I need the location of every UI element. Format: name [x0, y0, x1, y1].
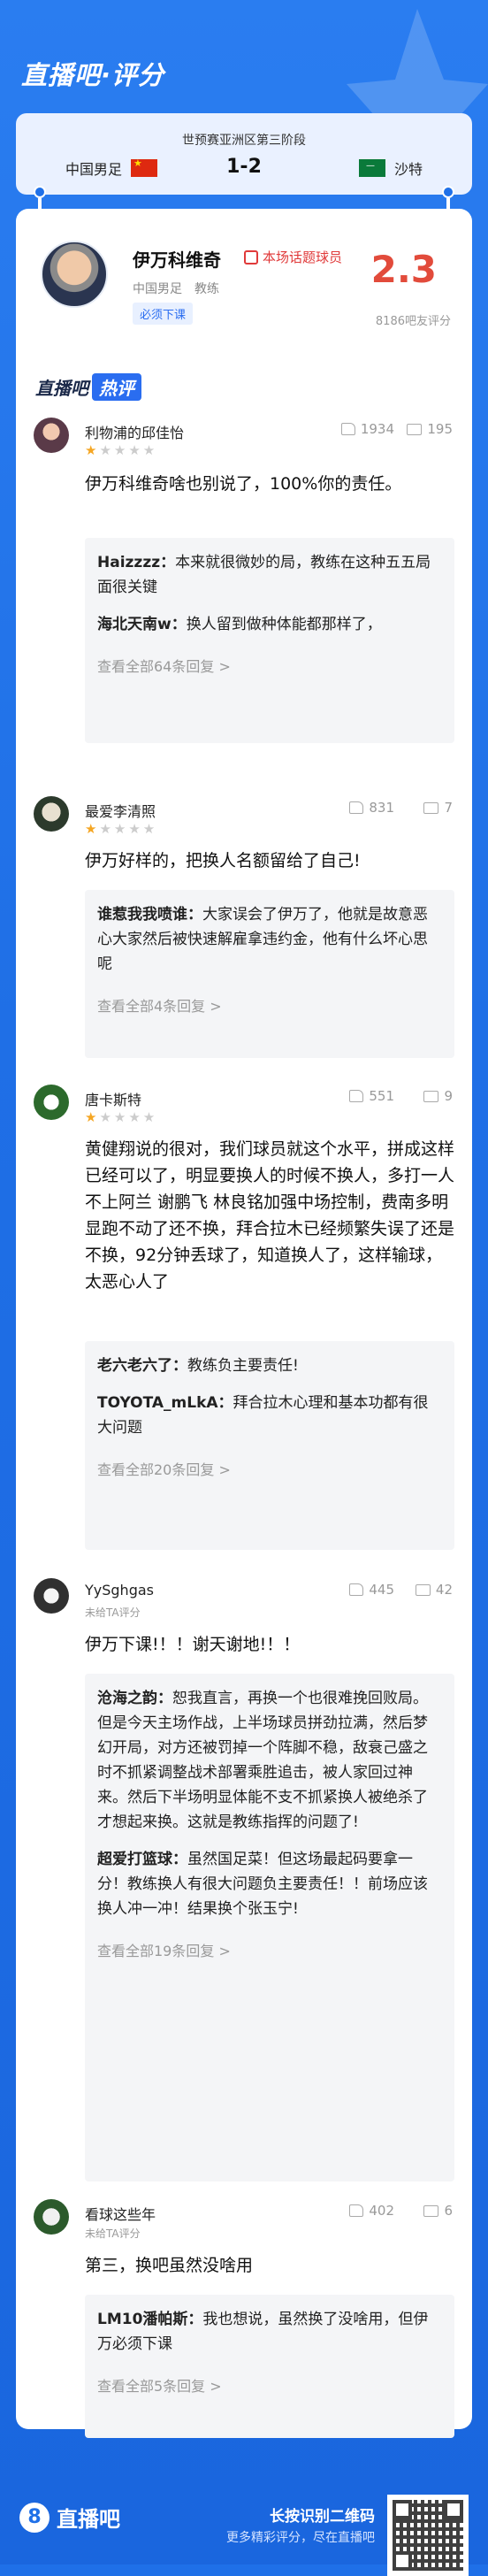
reply-item: 海北天南w：换人留到做种体能都那样了， [97, 616, 382, 633]
reply-item: 谁惹我我喷谁：大家误会了伊万了，他就是故意恶心大家然后被快速解雇拿违约金，他有什… [97, 906, 428, 973]
qr-code[interactable] [387, 2495, 469, 2576]
star-rating: ★★★★★ [85, 1109, 158, 1125]
comment-text: 伊万好样的，把换人名额留给了自己! [85, 851, 361, 870]
match-stage: 世预赛亚洲区第三阶段 [182, 134, 306, 148]
player-role: 教练 [194, 282, 219, 296]
star-rating: ★★★★★ [85, 442, 158, 458]
player-tag: 必须下课 [133, 303, 194, 325]
home-team-name: 中国男足 [65, 161, 123, 178]
thumb-up-icon [349, 801, 364, 814]
comment-user[interactable]: YySghgas [85, 1582, 154, 1598]
player-rating: 2.3 [370, 248, 437, 291]
star-rating: ★★★★★ [85, 821, 158, 837]
rating-count: 8186吧友评分 [375, 315, 451, 328]
comment-icon [423, 801, 439, 814]
comment-user[interactable]: 唐卡斯特 [85, 1088, 141, 1109]
comment-text: 伊万下课!！！谢天谢地!！！ [85, 1635, 301, 1654]
away-team: 沙特 [358, 157, 423, 179]
hot-tag: 热评 [92, 373, 141, 401]
no-rating-label: 未给TA评分 [85, 2227, 141, 2240]
reply-item: LM10潘帕斯：我也想说，虽然换了没啥用，但伊万必须下课 [97, 2311, 429, 2353]
reply-button[interactable]: 6 [423, 2203, 453, 2219]
like-button[interactable]: 551 [349, 1088, 394, 1104]
content-card: 伊万科维奇 本场话题球员 中国男足 教练 必须下课 2.3 8186吧友评分 直… [16, 209, 472, 2438]
player-team: 中国男足 [133, 282, 182, 296]
reply-item: 老六老六了：教练负主要责任! [97, 1357, 299, 1375]
home-team: 中国男足 [65, 157, 158, 179]
reply-item: 沧海之韵：恕我直言，再换一个也很难挽回败局。但是今天主场作战，上半场球员拼劲拉满… [97, 1690, 428, 1831]
reply-item: TOYOTA_mLkA：拜合拉木心理和基本功都有很大问题 [97, 1394, 429, 1437]
comment-icon [415, 1583, 431, 1596]
footer-tagline: 更多精彩评分，尽在直播吧 [226, 2531, 375, 2545]
reply-list: LM10潘帕斯：我也想说，虽然换了没啥用，但伊万必须下课 查看全部5条回复 > [85, 2295, 454, 2438]
reply-list: 沧海之韵：恕我直言，再换一个也很难挽回败局。但是今天主场作战，上半场球员拼劲拉满… [85, 1674, 454, 2181]
topic-badge: 本场话题球员 [244, 248, 342, 266]
view-all-replies-link[interactable]: 查看全部20条回复 > [97, 1453, 442, 1479]
comment-icon [407, 423, 423, 435]
player-name: 伊万科维奇 [133, 249, 221, 271]
reply-list: Haizzzz：本来就很微妙的局，教练在这种五五局面很关键 海北天南w：换人留到… [85, 538, 454, 743]
footer-logo: 8 直播吧 [19, 2502, 120, 2533]
reply-list: 谁惹我我喷谁：大家误会了伊万了，他就是故意恶心大家然后被快速解雇拿违约金，他有什… [85, 890, 454, 1058]
saudi-flag-icon [358, 159, 385, 177]
topic-icon [244, 249, 258, 264]
comment-user[interactable]: 看球这些年 [85, 2203, 156, 2224]
avatar[interactable] [34, 1578, 69, 1614]
thumb-up-icon [349, 1090, 364, 1102]
reply-button[interactable]: 42 [415, 1582, 453, 1598]
like-button[interactable]: 831 [349, 800, 394, 816]
reply-list: 老六老六了：教练负主要责任! TOYOTA_mLkA：拜合拉木心理和基本功都有很… [85, 1341, 454, 1550]
comment-user[interactable]: 最爱李清照 [85, 800, 156, 821]
avatar[interactable] [34, 796, 69, 832]
thumb-up-icon [349, 2204, 364, 2217]
view-all-replies-link[interactable]: 查看全部5条回复 > [97, 2369, 442, 2396]
view-all-replies-link[interactable]: 查看全部4条回复 > [97, 989, 442, 1016]
view-all-replies-link[interactable]: 查看全部19条回复 > [97, 1934, 442, 1960]
topic-label: 本场话题球员 [263, 249, 343, 265]
footer: 8 直播吧 长按识别二维码 更多精彩评分，尽在直播吧 [0, 2429, 488, 2576]
avatar[interactable] [34, 418, 69, 453]
brand-title: 直播吧·评分 [21, 60, 165, 90]
header: 直播吧·评分 [0, 0, 488, 177]
qr-pattern [393, 2500, 463, 2571]
comment-icon [423, 1090, 439, 1102]
like-button[interactable]: 1934 [340, 421, 394, 437]
player-avatar [41, 241, 108, 308]
reply-item: 超爱打篮球：虽然国足菜！但这场最起码要拿一分！教练换人有很大问题负主要责任！！前… [97, 1851, 428, 1918]
avatar[interactable] [34, 2199, 69, 2235]
scan-qr-text: 长按识别二维码 [270, 2508, 375, 2526]
no-rating-label: 未给TA评分 [85, 1606, 141, 1619]
logo-icon: 8 [19, 2502, 50, 2533]
comment-icon [423, 2204, 439, 2217]
hot-comments-title: 直播吧 热评 [35, 373, 141, 401]
like-button[interactable]: 402 [349, 2203, 394, 2219]
reply-button[interactable]: 7 [423, 800, 453, 816]
thumb-up-icon [340, 423, 355, 435]
comment-user[interactable]: 利物浦的邱佳怡 [85, 421, 184, 442]
reply-button[interactable]: 195 [407, 421, 453, 437]
thumb-up-icon [349, 1583, 364, 1596]
player-header[interactable]: 伊万科维奇 本场话题球员 中国男足 教练 必须下课 2.3 8186吧友评分 [16, 209, 472, 350]
like-button[interactable]: 445 [349, 1582, 394, 1598]
hot-brand: 直播吧 [35, 378, 88, 399]
comment-text: 第三，换吧虽然没啥用 [85, 2256, 254, 2275]
china-flag-icon [131, 157, 158, 177]
away-team-name: 沙特 [393, 161, 423, 178]
view-all-replies-link[interactable]: 查看全部64条回复 > [97, 649, 442, 676]
comment-text: 黄健翔说的很对，我们球员就这个水平，拼成这样已经可以了，明显要换人的时候不换人，… [85, 1139, 455, 1292]
reply-button[interactable]: 9 [423, 1088, 453, 1104]
match-bar [16, 113, 472, 195]
avatar[interactable] [34, 1085, 69, 1120]
player-meta: 中国男足 教练 [133, 280, 219, 297]
page: 直播吧·评分 世预赛亚洲区第三阶段 1-2 中国男足 沙特 伊万科维奇 本场话题… [0, 0, 488, 2576]
comment-text: 伊万科维奇啥也别说了，100%你的责任。 [85, 474, 402, 494]
reply-item: Haizzzz：本来就很微妙的局，教练在这种五五局面很关键 [97, 554, 431, 596]
